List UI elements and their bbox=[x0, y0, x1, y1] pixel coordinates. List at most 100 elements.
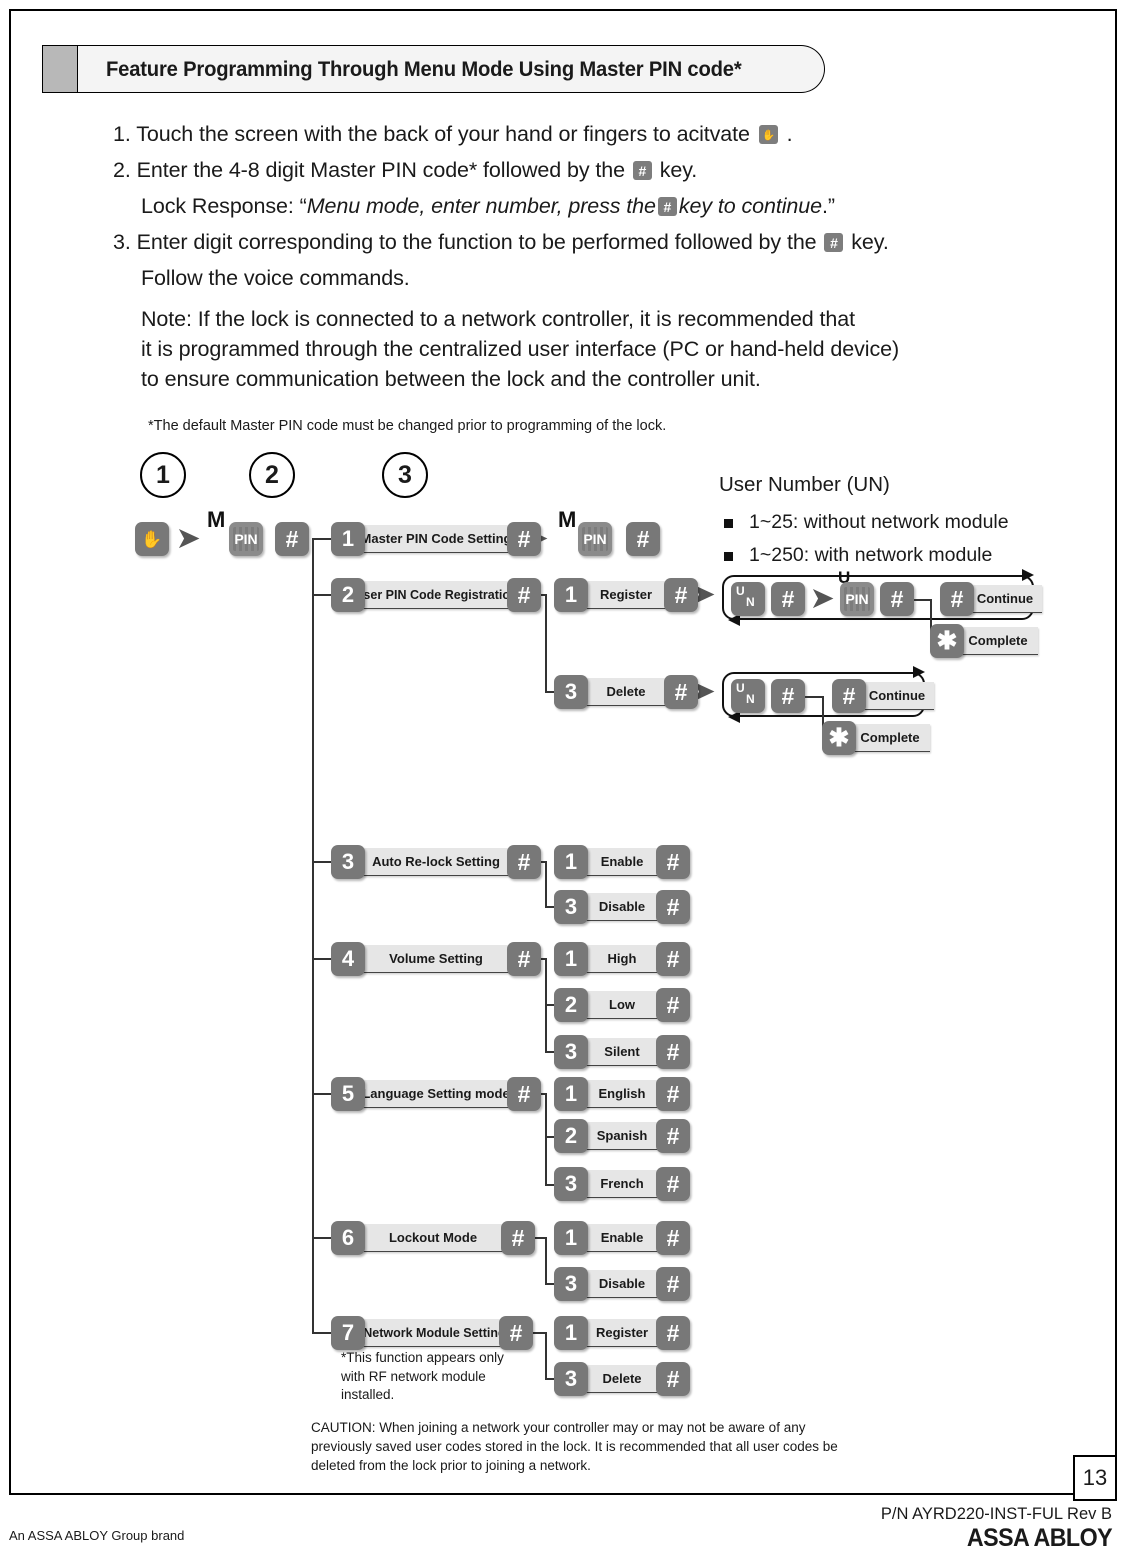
submenu-digit-key[interactable]: 1 bbox=[554, 1221, 588, 1255]
hash-key[interactable]: # bbox=[507, 1077, 541, 1111]
hash-key[interactable]: # bbox=[507, 522, 541, 556]
pin-key-label: PIN bbox=[845, 591, 869, 607]
hash-key[interactable]: # bbox=[656, 1362, 690, 1396]
caution-line-2: previously saved user codes stored in th… bbox=[311, 1439, 838, 1454]
submenu-digit-key[interactable]: 3 bbox=[554, 890, 588, 924]
menu-digit-key[interactable]: 3 bbox=[331, 845, 365, 879]
group-brand-line: An ASSA ABLOY Group brand bbox=[9, 1528, 185, 1543]
hash-key[interactable]: # bbox=[656, 1267, 690, 1301]
step-marker-1: 1 bbox=[140, 452, 186, 498]
submenu-digit-key[interactable]: 1 bbox=[554, 1077, 588, 1111]
submenu-digit-key[interactable]: 3 bbox=[554, 1167, 588, 1201]
hash-key[interactable]: # bbox=[507, 845, 541, 879]
hash-key[interactable]: # bbox=[275, 522, 309, 556]
menu-digit-key[interactable]: 2 bbox=[331, 578, 365, 612]
master-pin-key[interactable]: PIN bbox=[578, 522, 612, 556]
menu-digit-key[interactable]: 7 bbox=[331, 1316, 365, 1350]
submenu-digit-key[interactable]: 2 bbox=[554, 1119, 588, 1153]
submenu-row-register[interactable]: 1 Register # bbox=[554, 578, 698, 612]
hash-key[interactable]: # bbox=[656, 1035, 690, 1069]
user-number-key[interactable]: U N bbox=[731, 679, 765, 713]
menu-digit-key[interactable]: 5 bbox=[331, 1077, 365, 1111]
submenu-row-french[interactable]: 3 French # bbox=[554, 1167, 690, 1201]
hash-key[interactable]: # bbox=[656, 890, 690, 924]
hash-key[interactable]: # bbox=[656, 1221, 690, 1255]
menu-row-lockout[interactable]: 6 Lockout Mode # bbox=[331, 1221, 535, 1255]
submenu-digit-key[interactable]: 1 bbox=[554, 845, 588, 879]
hash-key[interactable]: # bbox=[656, 988, 690, 1022]
caution-line-1: CAUTION: When joining a network your con… bbox=[311, 1420, 806, 1435]
pin-key-label: PIN bbox=[234, 531, 258, 547]
submenu-row-enable[interactable]: 1 Enable # bbox=[554, 845, 690, 879]
submenu-digit-key[interactable]: 2 bbox=[554, 988, 588, 1022]
submenu-digit-key[interactable]: 1 bbox=[554, 1316, 588, 1350]
star-key[interactable]: ✱ bbox=[822, 721, 856, 755]
hash-key[interactable]: # bbox=[771, 679, 805, 713]
hash-key[interactable]: # bbox=[656, 1119, 690, 1153]
menu-row-user-pin[interactable]: 2 User PIN Code Registration # bbox=[331, 578, 541, 612]
hash-key[interactable]: # bbox=[656, 1077, 690, 1111]
submenu-digit-key[interactable]: 1 bbox=[554, 578, 588, 612]
hash-key[interactable]: # bbox=[664, 675, 698, 709]
user-number-n: N bbox=[746, 595, 755, 609]
hash-key[interactable]: # bbox=[626, 522, 660, 556]
submenu-row-enable[interactable]: 1 Enable # bbox=[554, 1221, 690, 1255]
menu-digit-key[interactable]: 4 bbox=[331, 942, 365, 976]
menu-row-volume[interactable]: 4 Volume Setting # bbox=[331, 942, 541, 976]
menu-row-language[interactable]: 5 Language Setting mode # bbox=[331, 1077, 541, 1111]
hash-key[interactable]: # bbox=[771, 582, 805, 616]
submenu-row-silent[interactable]: 3 Silent # bbox=[554, 1035, 690, 1069]
submenu-digit-key[interactable]: 3 bbox=[554, 1267, 588, 1301]
hash-key[interactable]: # bbox=[501, 1221, 535, 1255]
star-key[interactable]: ✱ bbox=[930, 624, 964, 658]
menu-digit-key[interactable]: 1 bbox=[331, 522, 365, 556]
connector bbox=[545, 1093, 547, 1185]
submenu-row-register[interactable]: 1 Register # bbox=[554, 1316, 690, 1350]
menu-row-network-module[interactable]: 7 *Network Module Setting # bbox=[331, 1316, 533, 1350]
menu-digit-key[interactable]: 6 bbox=[331, 1221, 365, 1255]
hash-key[interactable]: # bbox=[656, 1316, 690, 1350]
submenu-row-disable[interactable]: 3 Disable # bbox=[554, 890, 690, 924]
submenu-row-english[interactable]: 1 English # bbox=[554, 1077, 690, 1111]
submenu-row-delete[interactable]: 3 Delete # bbox=[554, 675, 698, 709]
menu-row-auto-relock[interactable]: 3 Auto Re-lock Setting # bbox=[331, 845, 541, 879]
submenu-row-spanish[interactable]: 2 Spanish # bbox=[554, 1119, 690, 1153]
master-indicator-m: M bbox=[207, 507, 226, 532]
connector bbox=[545, 594, 547, 692]
connector bbox=[805, 696, 823, 698]
hash-key[interactable]: # bbox=[656, 845, 690, 879]
submenu-row-high[interactable]: 1 High # bbox=[554, 942, 690, 976]
menu-label: Volume Setting bbox=[359, 945, 513, 973]
hash-key[interactable]: # bbox=[507, 578, 541, 612]
submenu-digit-key[interactable]: 3 bbox=[554, 675, 588, 709]
hash-key[interactable]: # bbox=[880, 582, 914, 616]
submenu-row-delete[interactable]: 3 Delete # bbox=[554, 1362, 690, 1396]
submenu-label: Silent bbox=[582, 1038, 662, 1066]
user-pin-key[interactable]: PIN bbox=[840, 582, 874, 616]
user-number-key[interactable]: U N bbox=[731, 582, 765, 616]
hash-key[interactable]: # bbox=[507, 942, 541, 976]
menu-row-master-pin[interactable]: 1 Master PIN Code Setting # bbox=[331, 522, 541, 556]
hash-key[interactable]: # bbox=[664, 578, 698, 612]
hash-key[interactable]: # bbox=[940, 582, 974, 616]
submenu-digit-key[interactable]: 1 bbox=[554, 942, 588, 976]
hand-key[interactable]: ✋ bbox=[135, 522, 169, 556]
complete-label: Complete bbox=[958, 627, 1038, 655]
register-complete-row[interactable]: ✱ Complete bbox=[930, 624, 1038, 658]
delete-continue-row[interactable]: # Continue bbox=[832, 679, 934, 713]
delete-complete-row[interactable]: ✱ Complete bbox=[822, 721, 930, 755]
submenu-label: Low bbox=[582, 991, 662, 1019]
hash-key[interactable]: # bbox=[656, 942, 690, 976]
register-continue-row[interactable]: # Continue bbox=[940, 582, 1042, 616]
hash-key[interactable]: # bbox=[499, 1316, 533, 1350]
submenu-row-disable[interactable]: 3 Disable # bbox=[554, 1267, 690, 1301]
hash-key[interactable]: # bbox=[656, 1167, 690, 1201]
part-number: P/N AYRD220-INST-FUL Rev B bbox=[880, 1505, 1112, 1523]
master-pin-key[interactable]: PIN bbox=[229, 522, 263, 556]
submenu-label: Register bbox=[582, 581, 670, 609]
submenu-row-low[interactable]: 2 Low # bbox=[554, 988, 690, 1022]
submenu-digit-key[interactable]: 3 bbox=[554, 1035, 588, 1069]
submenu-digit-key[interactable]: 3 bbox=[554, 1362, 588, 1396]
hash-key[interactable]: # bbox=[832, 679, 866, 713]
menu-label: User PIN Code Registration bbox=[354, 581, 518, 609]
